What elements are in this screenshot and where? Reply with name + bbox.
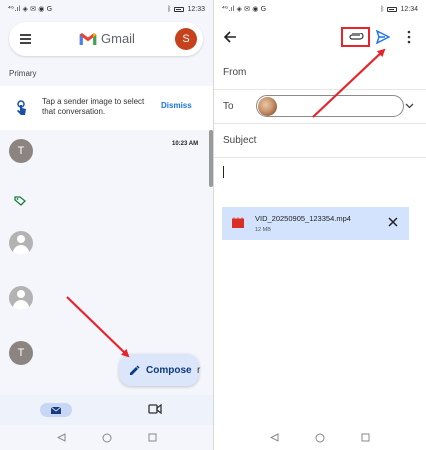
touch-hand-icon	[17, 100, 26, 115]
from-field[interactable]: From	[214, 56, 426, 90]
gmail-compose-screen: ⁴ᴳ.ıl ◈ ✉ ◉ G ᛒ 12:34 From To Subject VI…	[214, 0, 426, 450]
bluetooth-icon: ᛒ	[380, 5, 385, 13]
chevron-down-icon[interactable]	[405, 101, 414, 110]
subject-label: Subject	[223, 135, 257, 146]
recipient-chip[interactable]	[256, 95, 404, 117]
gmail-inbox-screen: ⁴ᴳ.ıl ◈ ✉ ◉ G ᛒ 12:33 Gmail S Primary Ta…	[0, 0, 213, 450]
attach-button[interactable]	[341, 27, 370, 47]
mail-tab[interactable]	[40, 403, 72, 417]
to-label: To	[223, 101, 234, 112]
search-bar[interactable]: Gmail S	[9, 22, 203, 56]
video-file-icon	[232, 217, 244, 228]
compose-toolbar	[214, 18, 426, 56]
bottom-navigation	[0, 395, 213, 425]
pencil-icon	[130, 364, 140, 375]
status-time-group: ᛒ 12:34	[380, 6, 418, 13]
status-time-group: ᛒ 12:33	[167, 6, 205, 13]
recipient-avatar	[258, 97, 277, 116]
home-nav-icon[interactable]	[102, 433, 112, 443]
paperclip-icon	[348, 33, 364, 40]
tag-icon	[14, 196, 26, 206]
to-field[interactable]: To	[214, 90, 426, 124]
compose-label: Compose	[146, 364, 192, 376]
section-label: Primary	[9, 69, 37, 78]
status-bar: ⁴ᴳ.ıl ◈ ✉ ◉ G ᛒ 12:33	[0, 0, 213, 18]
attachment-card[interactable]: VID_20250905_123354.mp4 12 MB	[222, 207, 409, 240]
back-nav-icon[interactable]	[270, 433, 279, 442]
subject-field[interactable]: Subject	[214, 124, 426, 158]
body-text-cursor[interactable]	[223, 166, 224, 178]
attachment-size: 12 MB	[255, 227, 271, 233]
battery-icon	[387, 6, 398, 12]
system-navigation	[0, 425, 213, 450]
system-navigation	[214, 425, 426, 450]
back-nav-icon[interactable]	[56, 433, 66, 442]
status-time: 12:34	[400, 5, 418, 13]
recents-nav-icon[interactable]	[361, 433, 370, 442]
compose-label-peek: r	[197, 365, 201, 376]
tip-card: Tap a sender image to select that conver…	[0, 86, 213, 130]
sender-avatar[interactable]: T	[9, 341, 33, 365]
dismiss-button[interactable]: Dismiss	[161, 101, 192, 110]
send-icon[interactable]	[376, 30, 390, 44]
account-avatar[interactable]: S	[175, 28, 197, 50]
from-label: From	[223, 67, 247, 78]
sender-avatar-placeholder[interactable]	[9, 286, 33, 310]
email-time: 10:23 AM	[172, 141, 199, 147]
compose-button[interactable]: Compose	[119, 354, 199, 386]
more-options-icon[interactable]	[407, 30, 411, 44]
back-arrow-icon[interactable]	[223, 30, 237, 44]
status-icons: ⁴ᴳ.ıl ◈ ✉ ◉ G	[222, 5, 267, 13]
menu-icon[interactable]	[20, 34, 31, 44]
battery-icon	[174, 6, 185, 12]
recents-nav-icon[interactable]	[148, 433, 157, 442]
home-nav-icon[interactable]	[315, 433, 325, 443]
gmail-logo-icon	[79, 33, 97, 45]
mail-icon	[51, 406, 61, 414]
attachment-filename: VID_20250905_123354.mp4	[255, 214, 351, 223]
status-time: 12:33	[187, 5, 205, 13]
bluetooth-icon: ᛒ	[167, 5, 172, 13]
app-title: Gmail	[101, 31, 135, 46]
status-bar: ⁴ᴳ.ıl ◈ ✉ ◉ G ᛒ 12:34	[214, 0, 426, 18]
status-icons: ⁴ᴳ.ıl ◈ ✉ ◉ G	[8, 5, 53, 13]
meet-video-icon[interactable]	[148, 404, 162, 414]
sender-avatar-placeholder[interactable]	[9, 231, 33, 255]
tip-text: Tap a sender image to select that conver…	[42, 97, 145, 116]
sender-avatar[interactable]: T	[9, 139, 33, 163]
remove-attachment-icon[interactable]	[388, 217, 398, 227]
